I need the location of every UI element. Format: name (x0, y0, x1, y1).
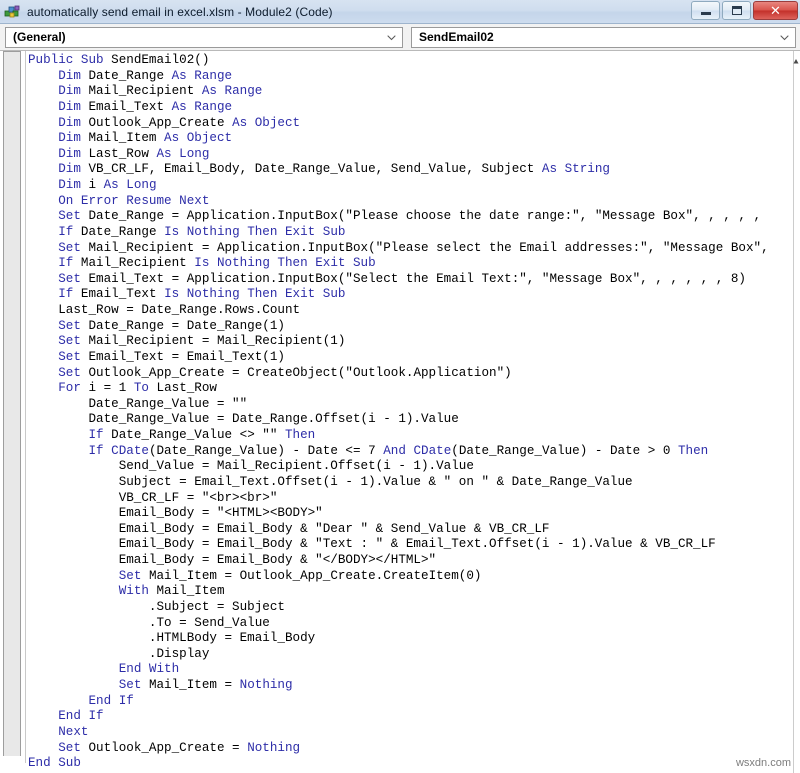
code-line: Set Outlook_App_Create = CreateObject("O… (58, 365, 512, 380)
code-line: Set Outlook_App_Create = Nothing (58, 740, 301, 755)
restore-icon (731, 6, 742, 15)
object-dropdown[interactable]: (General) (5, 26, 403, 48)
code-line: Subject = Email_Text.Offset(i - 1).Value… (28, 474, 633, 489)
code-line: Dim VB_CR_LF, Email_Body, Date_Range_Val… (58, 162, 610, 177)
code-line: Last_Row = Date_Range.Rows.Count (58, 303, 301, 317)
code-line: Email_Body = Email_Body & "Dear " & Send… (28, 521, 550, 536)
code-line: On Error Resume Next (58, 193, 210, 208)
code-line: .Display (28, 646, 210, 661)
code-line: Public Sub SendEmail02() (28, 53, 210, 67)
window-title: automatically send email in excel.xlsm -… (27, 4, 333, 19)
code-pane[interactable]: Public Sub SendEmail02() Dim Date_Range … (0, 51, 800, 773)
code-line: Next (58, 724, 89, 739)
minimize-button[interactable] (691, 1, 720, 20)
code-line: Date_Range_Value = Date_Range.Offset(i -… (28, 412, 459, 427)
code-line: Dim i As Long (58, 178, 157, 192)
code-line: .Subject = Subject (28, 599, 285, 614)
code-line: Set Email_Text = Email_Text(1) (58, 349, 285, 364)
code-line: Dim Outlook_App_Create As Object (58, 115, 301, 130)
vertical-scrollbar[interactable] (793, 51, 800, 773)
editor-dropdown-bar: (General) SendEmail02 (0, 24, 800, 51)
code-line: Dim Mail_Item As Object (58, 131, 233, 146)
code-line: If Mail_Recipient Is Nothing Then Exit S… (58, 256, 376, 271)
code-area-divider (25, 51, 26, 763)
code-line: .HTMLBody = Email_Body (28, 631, 316, 646)
code-line: Set Mail_Item = Nothing (118, 678, 293, 692)
close-icon: ✕ (770, 3, 781, 18)
code-line: Dim Mail_Recipient As Range (58, 84, 263, 99)
code-line: Set Mail_Recipient = Application.InputBo… (58, 240, 769, 255)
code-line: Set Mail_Recipient = Mail_Recipient(1) (58, 334, 346, 349)
code-line: Set Email_Text = Application.InputBox("S… (58, 271, 746, 286)
margin-indicator-bar[interactable] (3, 51, 21, 756)
code-line: Email_Body = Email_Body & "Text : " & Em… (28, 537, 716, 552)
procedure-dropdown[interactable]: SendEmail02 (411, 26, 796, 48)
code-line: Dim Email_Text As Range (58, 99, 233, 114)
code-line: End If (58, 709, 104, 724)
close-button[interactable]: ✕ (753, 1, 798, 20)
scroll-up-arrow-icon[interactable] (793, 52, 799, 64)
code-line: If Email_Text Is Nothing Then Exit Sub (58, 287, 346, 302)
chevron-down-icon (780, 33, 789, 42)
vba-module-icon (4, 4, 22, 20)
procedure-dropdown-value: SendEmail02 (419, 30, 494, 44)
chevron-down-icon (387, 33, 396, 42)
code-line: If CDate(Date_Range_Value) - Date <= 7 A… (88, 443, 709, 458)
title-bar: automatically send email in excel.xlsm -… (0, 0, 800, 24)
code-line: End Sub (28, 756, 81, 769)
window-controls: ✕ (691, 1, 798, 20)
code-line: Email_Body = Email_Body & "</BODY></HTML… (28, 553, 437, 567)
code-line: Dim Date_Range As Range (58, 68, 233, 83)
object-dropdown-value: (General) (13, 30, 66, 44)
minimize-icon (700, 12, 711, 15)
code-line: If Date_Range_Value <> "" Then (88, 428, 316, 442)
code-line: Send_Value = Mail_Recipient.Offset(i - 1… (28, 459, 474, 474)
code-line: VB_CR_LF = "<br><br>" (28, 490, 278, 505)
code-line: Set Mail_Item = Outlook_App_Create.Creat… (118, 568, 482, 583)
code-line: For i = 1 To Last_Row (58, 381, 217, 396)
watermark: wsxdn.com (735, 757, 791, 769)
code-line: Dim Last_Row As Long (58, 146, 210, 161)
code-line: End With (118, 662, 180, 677)
restore-button[interactable] (722, 1, 751, 20)
code-line: .To = Send_Value (28, 615, 270, 630)
code-line: End If (88, 693, 134, 708)
code-line: Set Date_Range = Date_Range(1) (58, 318, 285, 333)
code-line: Set Date_Range = Application.InputBox("P… (58, 209, 762, 224)
code-line: Date_Range_Value = "" (28, 396, 248, 411)
code-line: Email_Body = "<HTML><BODY>" (28, 506, 323, 521)
code-text-area[interactable]: Public Sub SendEmail02() Dim Date_Range … (28, 53, 794, 769)
code-line: If Date_Range Is Nothing Then Exit Sub (58, 224, 346, 239)
vba-editor-window: automatically send email in excel.xlsm -… (0, 0, 800, 773)
code-line: With Mail_Item (118, 584, 225, 599)
